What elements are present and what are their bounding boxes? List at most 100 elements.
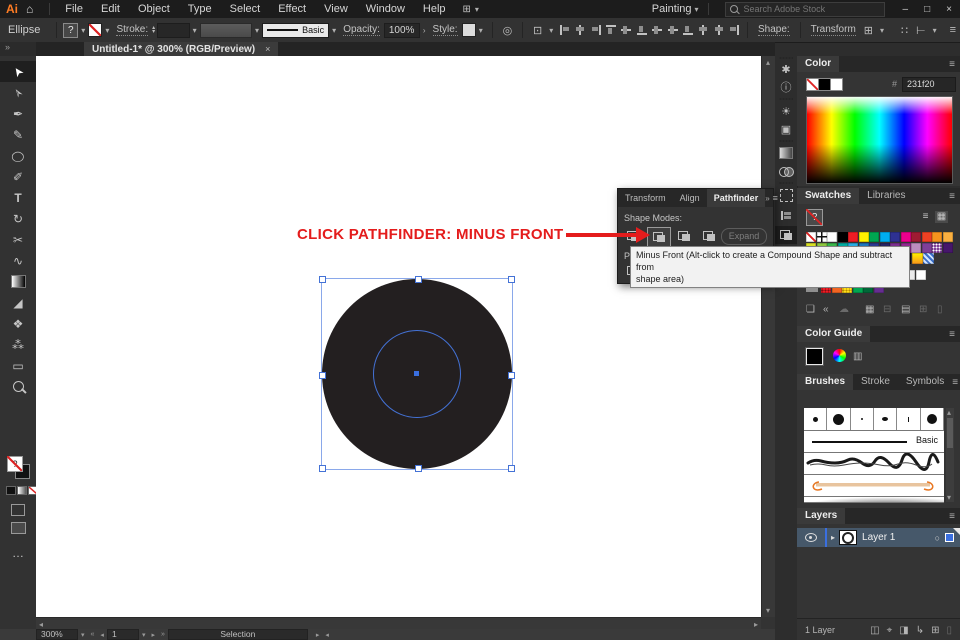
handle-se[interactable]: [508, 465, 515, 472]
fill-stroke-control[interactable]: ?: [7, 456, 31, 480]
distribute-left-icon[interactable]: [697, 24, 707, 36]
swatch[interactable]: [890, 232, 900, 242]
close-tab-icon[interactable]: ×: [265, 44, 270, 54]
swatch[interactable]: [859, 232, 869, 242]
search-input[interactable]: [742, 3, 866, 15]
align-panel-icon[interactable]: [775, 206, 797, 224]
curvature-tool[interactable]: ✎: [0, 124, 36, 145]
layer-row[interactable]: ▸ Layer 1 ○: [797, 528, 960, 547]
stroke-color-swatch[interactable]: [88, 23, 102, 37]
status-back-icon[interactable]: ◂: [325, 631, 329, 639]
align-left-icon[interactable]: [559, 24, 569, 36]
exclude-button[interactable]: [698, 227, 720, 245]
distribute-top-icon[interactable]: [651, 24, 661, 36]
home-icon[interactable]: ⌂: [26, 2, 33, 16]
handle-n[interactable]: [415, 276, 422, 283]
menu-item[interactable]: Help: [414, 3, 455, 15]
artboard-number[interactable]: 1: [107, 629, 139, 640]
document-setup-icon[interactable]: ⊡: [533, 24, 542, 37]
scroll-up-icon[interactable]: ▴: [947, 408, 951, 417]
swatch[interactable]: [901, 232, 911, 242]
intersect-button[interactable]: [673, 227, 695, 245]
tab-color[interactable]: Color: [797, 56, 839, 72]
stroke-stepper[interactable]: ▴▾: [152, 26, 155, 34]
expand-button[interactable]: Expand: [721, 228, 767, 245]
handle-ne[interactable]: [508, 276, 515, 283]
layer-thumbnail[interactable]: [839, 530, 857, 545]
tab-pathfinder[interactable]: Pathfinder: [707, 189, 766, 207]
panel-menu-icon[interactable]: ≡: [949, 329, 960, 340]
fill-indicator[interactable]: ?: [7, 456, 23, 472]
paintbrush-tool[interactable]: ✐: [0, 166, 36, 187]
stroke-label[interactable]: Stroke:: [116, 24, 148, 36]
swatch[interactable]: [916, 270, 926, 280]
show-kinds-icon[interactable]: ▦: [865, 304, 874, 315]
chevron-down-icon[interactable]: ▾: [332, 26, 336, 35]
edit-toolbar-button[interactable]: …: [0, 542, 36, 563]
swatch[interactable]: [922, 232, 932, 242]
menu-item[interactable]: Select: [221, 3, 270, 15]
stroke-weight-field[interactable]: [157, 23, 190, 38]
white-swatch[interactable]: [830, 78, 843, 91]
scroll-thumb[interactable]: [947, 418, 953, 448]
workspace-switcher[interactable]: Painting: [652, 3, 692, 15]
chevron-down-icon[interactable]: ▾: [255, 26, 259, 35]
pathfinder-panel-icon[interactable]: [775, 226, 797, 244]
expand-chevron-icon[interactable]: ▸: [831, 533, 835, 542]
panel-menu-icon[interactable]: ≡: [949, 511, 960, 522]
brush-charcoal[interactable]: [804, 453, 944, 475]
tab-stroke[interactable]: Stroke: [853, 374, 898, 390]
symbol-sprayer-tool[interactable]: ⁂: [0, 334, 36, 355]
tab-libraries[interactable]: Libraries: [859, 188, 913, 204]
tab-swatches[interactable]: Swatches: [797, 188, 859, 204]
edit-colors-icon[interactable]: ▥: [853, 351, 862, 362]
chevron-down-icon[interactable]: ▾: [105, 26, 109, 35]
align-to-icon[interactable]: ⊢: [916, 24, 926, 37]
brush-definition-dropdown[interactable]: Basic: [262, 23, 329, 38]
base-color-swatch[interactable]: [806, 348, 823, 365]
gradient-panel-icon[interactable]: [775, 144, 797, 162]
handle-nw[interactable]: [319, 276, 326, 283]
collect-export-icon[interactable]: ◫: [870, 625, 879, 636]
prev-artboard-icon[interactable]: ◂: [100, 631, 104, 639]
chevron-down-icon[interactable]: ▾: [81, 26, 85, 35]
arrange-icon[interactable]: ∷: [901, 24, 908, 37]
make-mask-icon[interactable]: ◨: [899, 625, 908, 636]
brush-scrollbar[interactable]: ▴ ▾: [946, 408, 954, 502]
transparency-panel-icon[interactable]: [775, 162, 797, 180]
swatch[interactable]: [923, 253, 934, 264]
color-wheel-icon[interactable]: [833, 349, 846, 362]
scissors-tool[interactable]: ✂: [0, 229, 36, 250]
tab-transform[interactable]: Transform: [618, 189, 673, 207]
brush-calligraphic[interactable]: [874, 408, 897, 430]
handle-e[interactable]: [508, 372, 515, 379]
align-top-icon[interactable]: [605, 24, 615, 36]
menu-item[interactable]: File: [56, 3, 92, 15]
swatch[interactable]: [848, 232, 858, 242]
panel-menu-icon[interactable]: ≡: [949, 59, 960, 70]
transform-label[interactable]: Transform: [811, 24, 856, 36]
zoom-tool[interactable]: [0, 376, 36, 397]
new-sublayer-icon[interactable]: ↳: [916, 625, 924, 636]
artboard-tool[interactable]: ▭: [0, 355, 36, 376]
scroll-left-icon[interactable]: ◂: [39, 620, 43, 629]
menu-item[interactable]: Effect: [269, 3, 315, 15]
rotate-tool[interactable]: ↻: [0, 208, 36, 229]
status-menu-icon[interactable]: ▸: [316, 631, 320, 639]
layer-name[interactable]: Layer 1: [862, 532, 895, 543]
brush-calligraphic[interactable]: [921, 408, 944, 430]
tools-collapse[interactable]: »: [0, 42, 36, 56]
swatch[interactable]: [827, 232, 837, 242]
scroll-down-icon[interactable]: ▾: [947, 493, 951, 502]
swatch[interactable]: [911, 243, 921, 253]
brush-basic[interactable]: Basic: [804, 431, 944, 453]
panel-menu-icon[interactable]: ≡: [773, 193, 783, 203]
pen-tool[interactable]: ✒: [0, 103, 36, 124]
menu-item[interactable]: Type: [179, 3, 221, 15]
chevron-down-icon[interactable]: ▾: [880, 26, 884, 35]
tab-symbols[interactable]: Symbols: [898, 374, 952, 390]
gradient-button[interactable]: [17, 486, 27, 495]
scroll-up-icon[interactable]: ▴: [766, 58, 770, 67]
swatch-libraries-icon[interactable]: ❏: [806, 304, 815, 315]
swatch[interactable]: [932, 232, 942, 242]
